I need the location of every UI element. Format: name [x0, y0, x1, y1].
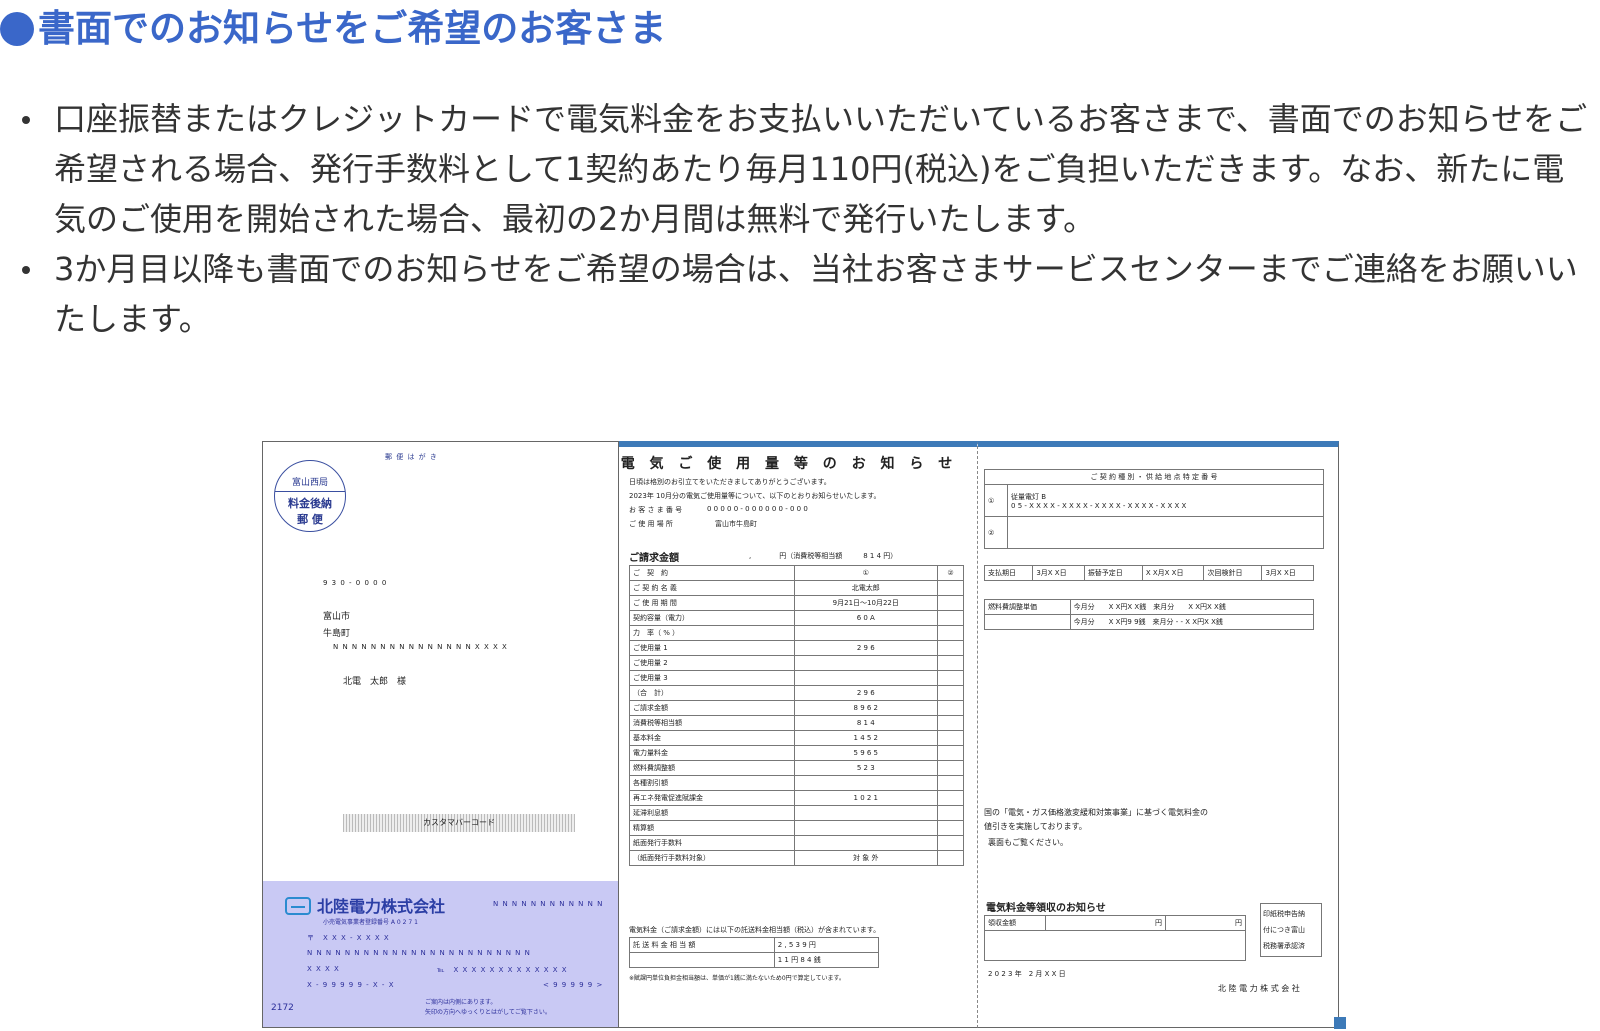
table-row: 電力量料金 5 9 6 5 [629, 745, 965, 761]
usage-table: ご 契 約①②ご 契 約 名 義北電太郎ご 使 用 期 間 9月21日〜10月22… [629, 565, 965, 866]
company-logo: 北陸電力株式会社 [285, 893, 445, 917]
table-row: 力 率（ % ） [629, 625, 965, 641]
receipt-table: 領収金額円円 [984, 915, 1246, 961]
payment-table: 支払期日 3月X X日 振替予定日 X X月X X日 次回検針日 3月X X日 [983, 565, 1314, 581]
table-row: 消費税等相当額 8 1 4 [629, 715, 965, 731]
table-row: ご 契 約 名 義北電太郎 [629, 580, 965, 596]
address-line-2: 牛島町 [323, 629, 351, 639]
usage-notice-panel: 電 気 ご 使 用 量 等 の お 知 ら せ 日頃は格別のお引立てをいただきま… [619, 441, 977, 1028]
table-row: 再エネ発電促進賦課金 1 0 2 1 [629, 790, 965, 806]
fuel-adjust-table: 燃料費調整単価 今月分 X X円X X銭 来月分 X X円X X銭 今月分 X X… [984, 599, 1315, 630]
table-row: 紙面発行手数料 [629, 835, 965, 851]
address-line-3: N N N N N N N N N N N N N N N X X X X [333, 643, 508, 651]
recipient-name: 北電 太郎 様 [343, 677, 407, 687]
table-row: （紙面発行手数料対象）対 象 外 [629, 850, 965, 866]
table-row: 燃料費調整額 5 2 3 [629, 760, 965, 776]
table-row: （合 計） 2 9 6 [629, 685, 965, 701]
postcard-header: 郵 便 は が き [385, 453, 438, 461]
usage-notice-title: 電 気 ご 使 用 量 等 の お 知 ら せ [620, 456, 958, 472]
revenue-stamp-box: 印紙税申告納 付につき富山 税務署承認済 [1260, 903, 1322, 957]
postage-stamp: 富山西局 料金後納 郵 便 [274, 460, 346, 532]
table-row: 契約容量（電力） 6 0 A [629, 610, 965, 626]
contract-table: ご 契 約 種 別 ・ 供 給 地 点 特 定 番 号 ① 従量電灯 B0 5 -… [983, 469, 1324, 549]
table-row: 精算額 [629, 820, 965, 836]
section-heading: 書面でのお知らせをご希望のお客さま [0, 2, 666, 56]
hokuriku-logo-icon [285, 897, 311, 915]
corner-marker [1334, 1017, 1346, 1029]
table-row: ご使用量 2 [629, 655, 965, 671]
table-row: ご 契 約①② [629, 565, 965, 581]
table-row: ご使用量 3 [629, 670, 965, 686]
address-line-1: 富山市 [323, 612, 351, 622]
table-row: ご 使 用 期 間 9月21日〜10月22日 [629, 595, 965, 611]
table-row: ご請求金額 8 9 6 2 [629, 700, 965, 716]
note-item-fee: 口座振替またはクレジットカードで電気料金をお支払いいただいているお客さまで、書面… [0, 94, 1600, 244]
postcard-panel: 郵 便 は が き 富山西局 料金後納 郵 便 9 3 0 - 0 0 0 0 … [262, 441, 619, 1028]
receipt-title: 電気料金等領収のお知らせ [986, 903, 1106, 914]
contract-panel: ご 契 約 種 別 ・ 供 給 地 点 特 定 番 号 ① 従量電灯 B0 5 -… [977, 441, 1346, 1029]
notes-list: 口座振替またはクレジットカードで電気料金をお支払いいただいているお客さまで、書面… [0, 94, 1600, 344]
bill-sample-image: 郵 便 は が き 富山西局 料金後納 郵 便 9 3 0 - 0 0 0 0 … [262, 441, 1346, 1029]
bullet-circle-icon [0, 12, 34, 46]
tax-table: 託 送 料 金 相 当 額2 , 5 3 9 円 1 1 円 8 4 銭 [629, 937, 880, 968]
note-item-contact: 3か月目以降も書面でのお知らせをご希望の場合は、当社お客さまサービスセンターまで… [0, 244, 1600, 344]
billing-amount-label: ご請求金額 [629, 553, 679, 564]
table-row: 基本料金 1 4 5 2 [629, 730, 965, 746]
sender-footer: 北陸電力株式会社 N N N N N N N N N N N N 小売電気事業者… [263, 881, 618, 1027]
section-heading-text: 書面でのお知らせをご希望のお客さま [38, 7, 667, 50]
table-row: 各種割引額 [629, 775, 965, 791]
customer-barcode: カスタマバーコード [343, 814, 575, 832]
table-row: ご使用量 12 9 6 [629, 640, 965, 656]
zip-code: 9 3 0 - 0 0 0 0 [323, 579, 388, 587]
table-row: 延滞利息額 [629, 805, 965, 821]
